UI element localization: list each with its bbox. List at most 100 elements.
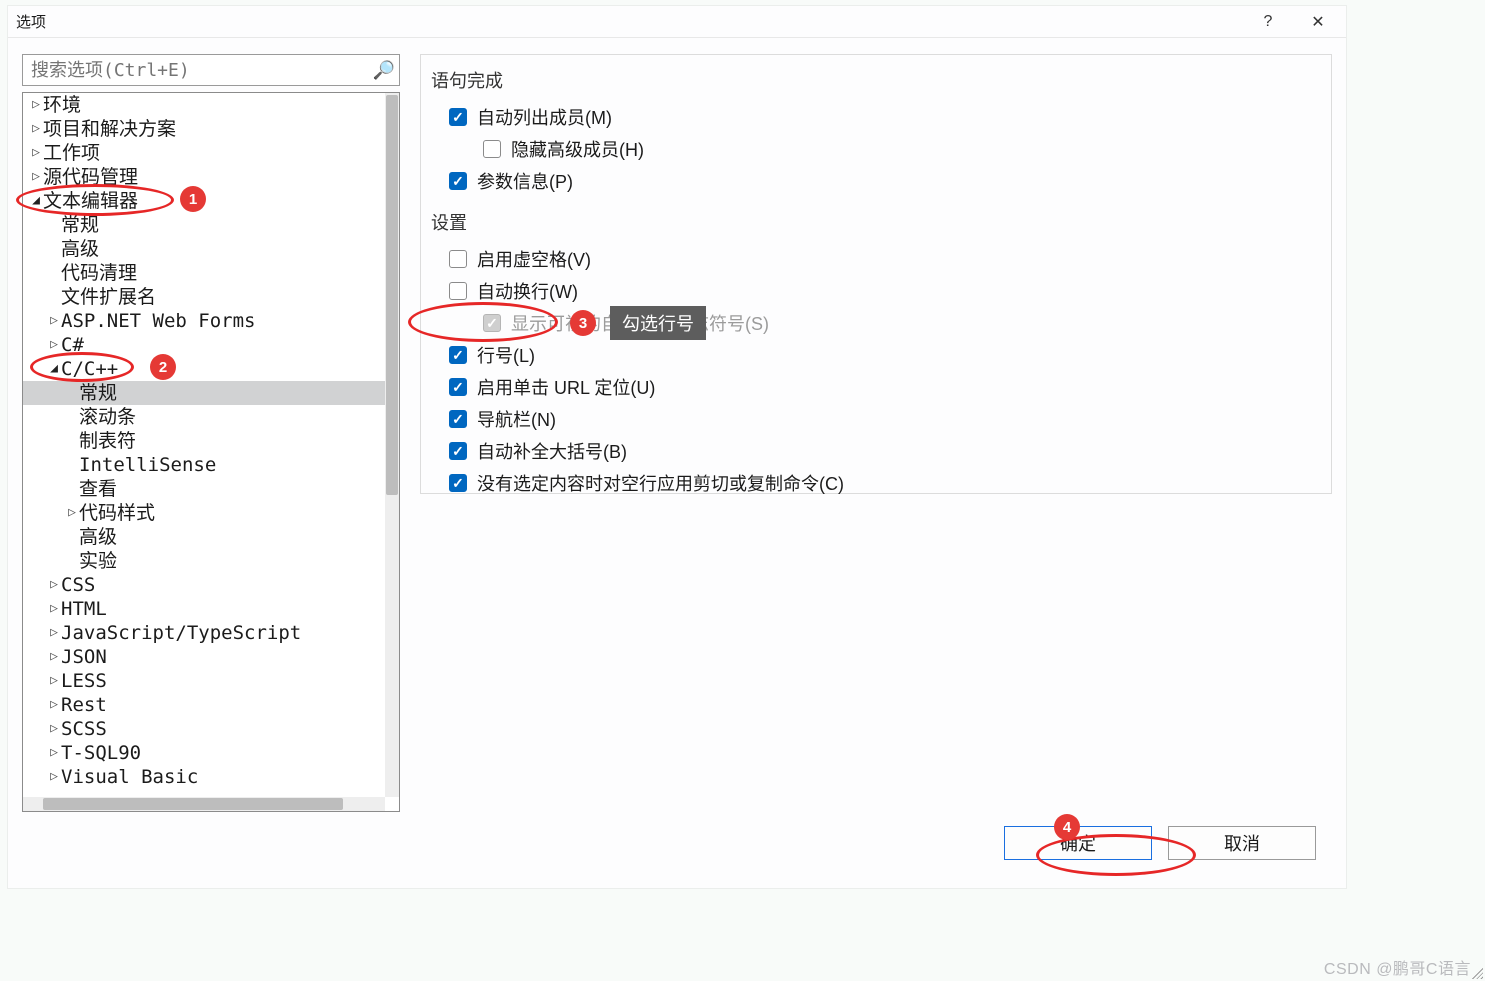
dialog-footer: 确定 取消 — [1004, 826, 1316, 860]
tree-item[interactable]: ▷ASP.NET Web Forms — [23, 309, 385, 333]
tree-item[interactable]: 制表符 — [23, 429, 385, 453]
caret-right-icon: ▷ — [47, 597, 61, 621]
tree-item[interactable]: IntelliSense — [23, 453, 385, 477]
section-statement-completion: 语句完成 — [431, 67, 1323, 93]
caret-right-icon: ▷ — [47, 669, 61, 693]
tree-item-label: C/C++ — [61, 357, 118, 381]
caret-right-icon: ▷ — [47, 309, 61, 333]
opt-line-numbers[interactable]: ✓ 行号(L) — [431, 339, 1323, 371]
tree-item-label: SCSS — [61, 717, 107, 741]
tree-item[interactable]: ◢文本编辑器 — [23, 189, 385, 213]
caret-right-icon: ▷ — [65, 501, 79, 525]
tree-item[interactable]: ▷源代码管理 — [23, 165, 385, 189]
opt-label: 参数信息(P) — [477, 168, 573, 194]
caret-right-icon: ▷ — [47, 741, 61, 765]
search-input[interactable] — [31, 60, 373, 81]
opt-label: 启用虚空格(V) — [477, 246, 591, 272]
tree-item[interactable]: ▷JSON — [23, 645, 385, 669]
caret-right-icon: ▷ — [47, 693, 61, 717]
caret-right-icon: ▷ — [47, 333, 61, 357]
tree-item-label: 环境 — [43, 93, 81, 117]
caret-right-icon: ▷ — [29, 117, 43, 141]
tree-item[interactable]: ▷CSS — [23, 573, 385, 597]
tree-item[interactable]: ◢C/C++ — [23, 357, 385, 381]
tree-item-label: 文件扩展名 — [61, 285, 156, 309]
tree-item[interactable]: ▷LESS — [23, 669, 385, 693]
tree-item[interactable]: 高级 — [23, 237, 385, 261]
tree-panel: ▷环境▷项目和解决方案▷工作项▷源代码管理◢文本编辑器常规高级代码清理文件扩展名… — [22, 92, 400, 812]
tree-item[interactable]: 实验 — [23, 549, 385, 573]
opt-auto-list-members[interactable]: ✓ 自动列出成员(M) — [431, 101, 1323, 133]
caret-right-icon: ▷ — [47, 765, 61, 789]
tree-item[interactable]: 高级 — [23, 525, 385, 549]
opt-navigation-bar[interactable]: ✓ 导航栏(N) — [431, 403, 1323, 435]
opt-label: 没有选定内容时对空行应用剪切或复制命令(C) — [477, 470, 844, 496]
tree-item[interactable]: ▷环境 — [23, 93, 385, 117]
ok-button[interactable]: 确定 — [1004, 826, 1152, 860]
tree-item[interactable]: 滚动条 — [23, 405, 385, 429]
tree-item-label: 文本编辑器 — [43, 189, 138, 213]
options-tree[interactable]: ▷环境▷项目和解决方案▷工作项▷源代码管理◢文本编辑器常规高级代码清理文件扩展名… — [23, 93, 385, 797]
caret-right-icon: ▷ — [47, 621, 61, 645]
tree-item[interactable]: 查看 — [23, 477, 385, 501]
opt-label: 自动换行(W) — [477, 278, 578, 304]
search-box[interactable]: 🔍 — [22, 54, 400, 86]
cancel-button[interactable]: 取消 — [1168, 826, 1316, 860]
close-button[interactable]: ✕ — [1290, 6, 1346, 38]
tree-item-label: 查看 — [79, 477, 117, 501]
section-settings: 设置 — [431, 209, 1323, 235]
tree-item[interactable]: ▷Rest — [23, 693, 385, 717]
titlebar: 选项 ? ✕ — [8, 6, 1346, 38]
tree-item-label: 制表符 — [79, 429, 136, 453]
cancel-label: 取消 — [1224, 830, 1260, 856]
checkbox-icon: ✓ — [449, 172, 467, 190]
search-icon: 🔍 — [373, 60, 395, 81]
opt-hide-advanced-members[interactable]: 隐藏高级成员(H) — [431, 133, 1323, 165]
tree-item-label: 项目和解决方案 — [43, 117, 176, 141]
tree-item[interactable]: ▷工作项 — [23, 141, 385, 165]
settings-panel: 语句完成 ✓ 自动列出成员(M) 隐藏高级成员(H) ✓ 参数信息(P) 设置 … — [420, 54, 1332, 494]
opt-virtual-space[interactable]: 启用虚空格(V) — [431, 243, 1323, 275]
tree-item[interactable]: ▷HTML — [23, 597, 385, 621]
opt-label: 导航栏(N) — [477, 406, 556, 432]
watermark: CSDN @鹏哥C语言 — [1324, 955, 1471, 979]
opt-parameter-info[interactable]: ✓ 参数信息(P) — [431, 165, 1323, 197]
opt-auto-brace[interactable]: ✓ 自动补全大括号(B) — [431, 435, 1323, 467]
tree-item-label: CSS — [61, 573, 95, 597]
tree-item[interactable]: 常规 — [23, 213, 385, 237]
tree-item[interactable]: 代码清理 — [23, 261, 385, 285]
opt-label: 自动列出成员(M) — [477, 104, 612, 130]
checkbox-icon: ✓ — [449, 346, 467, 364]
tree-vertical-scrollbar[interactable] — [385, 93, 399, 797]
tree-item-label: T-SQL90 — [61, 741, 141, 765]
tree-item-label: 实验 — [79, 549, 117, 573]
tree-item-label: JavaScript/TypeScript — [61, 621, 301, 645]
tree-item[interactable]: ▷C# — [23, 333, 385, 357]
help-button[interactable]: ? — [1246, 6, 1290, 38]
opt-show-wrap-glyphs: ✓ 显示可视的自动换行标志符号(S) — [431, 307, 1323, 339]
tree-item[interactable]: ▷SCSS — [23, 717, 385, 741]
tree-horizontal-scrollbar[interactable] — [23, 797, 385, 811]
tree-item[interactable]: 常规 — [23, 381, 385, 405]
content-area: 🔍 ▷环境▷项目和解决方案▷工作项▷源代码管理◢文本编辑器常规高级代码清理文件扩… — [22, 54, 1332, 874]
close-icon: ✕ — [1311, 12, 1324, 32]
tree-item-label: LESS — [61, 669, 107, 693]
tree-item[interactable]: ▷代码样式 — [23, 501, 385, 525]
opt-cut-copy-blank[interactable]: ✓ 没有选定内容时对空行应用剪切或复制命令(C) — [431, 467, 1323, 499]
checkbox-icon — [449, 282, 467, 300]
tree-item-label: Visual Basic — [61, 765, 198, 789]
tree-item-label: JSON — [61, 645, 107, 669]
opt-single-click-url[interactable]: ✓ 启用单击 URL 定位(U) — [431, 371, 1323, 403]
options-dialog: 选项 ? ✕ 🔍 ▷环境▷项目和解决方案▷工作项▷源代码管理◢文本编辑器常规高级… — [8, 6, 1346, 888]
caret-right-icon: ▷ — [29, 93, 43, 117]
opt-label: 自动补全大括号(B) — [477, 438, 627, 464]
tree-item[interactable]: ▷项目和解决方案 — [23, 117, 385, 141]
tree-item[interactable]: ▷JavaScript/TypeScript — [23, 621, 385, 645]
resize-grip-icon[interactable] — [1469, 965, 1483, 979]
tree-item[interactable]: ▷Visual Basic — [23, 765, 385, 789]
opt-word-wrap[interactable]: 自动换行(W) — [431, 275, 1323, 307]
caret-down-icon: ◢ — [29, 189, 43, 213]
checkbox-icon: ✓ — [449, 474, 467, 492]
tree-item[interactable]: ▷T-SQL90 — [23, 741, 385, 765]
tree-item[interactable]: 文件扩展名 — [23, 285, 385, 309]
